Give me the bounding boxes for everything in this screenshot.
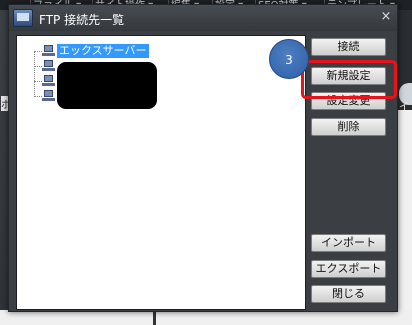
- delete-button[interactable]: 削除: [311, 118, 386, 136]
- tree-connector: [34, 52, 35, 97]
- highlight-box: [301, 60, 397, 99]
- tree-branch: [34, 66, 42, 67]
- bg-bottom-bar: [0, 310, 412, 325]
- import-button[interactable]: インポート: [311, 234, 386, 252]
- connect-button[interactable]: 接続: [311, 38, 386, 56]
- redacted-area: [57, 62, 157, 109]
- server-icon: [42, 45, 55, 57]
- tree-branch: [34, 96, 42, 97]
- tree-branch: [34, 51, 42, 52]
- tree-branch: [34, 81, 42, 82]
- server-icon: [42, 60, 55, 72]
- export-button[interactable]: エクスポート: [311, 260, 386, 278]
- dialog-titlebar[interactable]: FTP 接続先一覧 ×: [9, 5, 397, 31]
- connection-tree[interactable]: エックスサーバー: [16, 35, 306, 310]
- ftp-connection-dialog: FTP 接続先一覧 × エックスサーバー 接続 新規設定 設定変更 削除 インポ…: [8, 4, 398, 312]
- step-number-badge: 3: [269, 39, 309, 79]
- app-window-icon: [13, 9, 33, 27]
- bg-divider: [153, 312, 156, 325]
- tree-item-label: エックスサーバー: [57, 44, 149, 58]
- bg-right-panel: [397, 110, 412, 325]
- server-icon: [42, 90, 55, 102]
- close-icon[interactable]: ×: [380, 10, 392, 23]
- close-button[interactable]: 閉じる: [311, 285, 386, 303]
- dialog-title: FTP 接続先一覧: [39, 13, 125, 27]
- server-icon: [42, 75, 55, 87]
